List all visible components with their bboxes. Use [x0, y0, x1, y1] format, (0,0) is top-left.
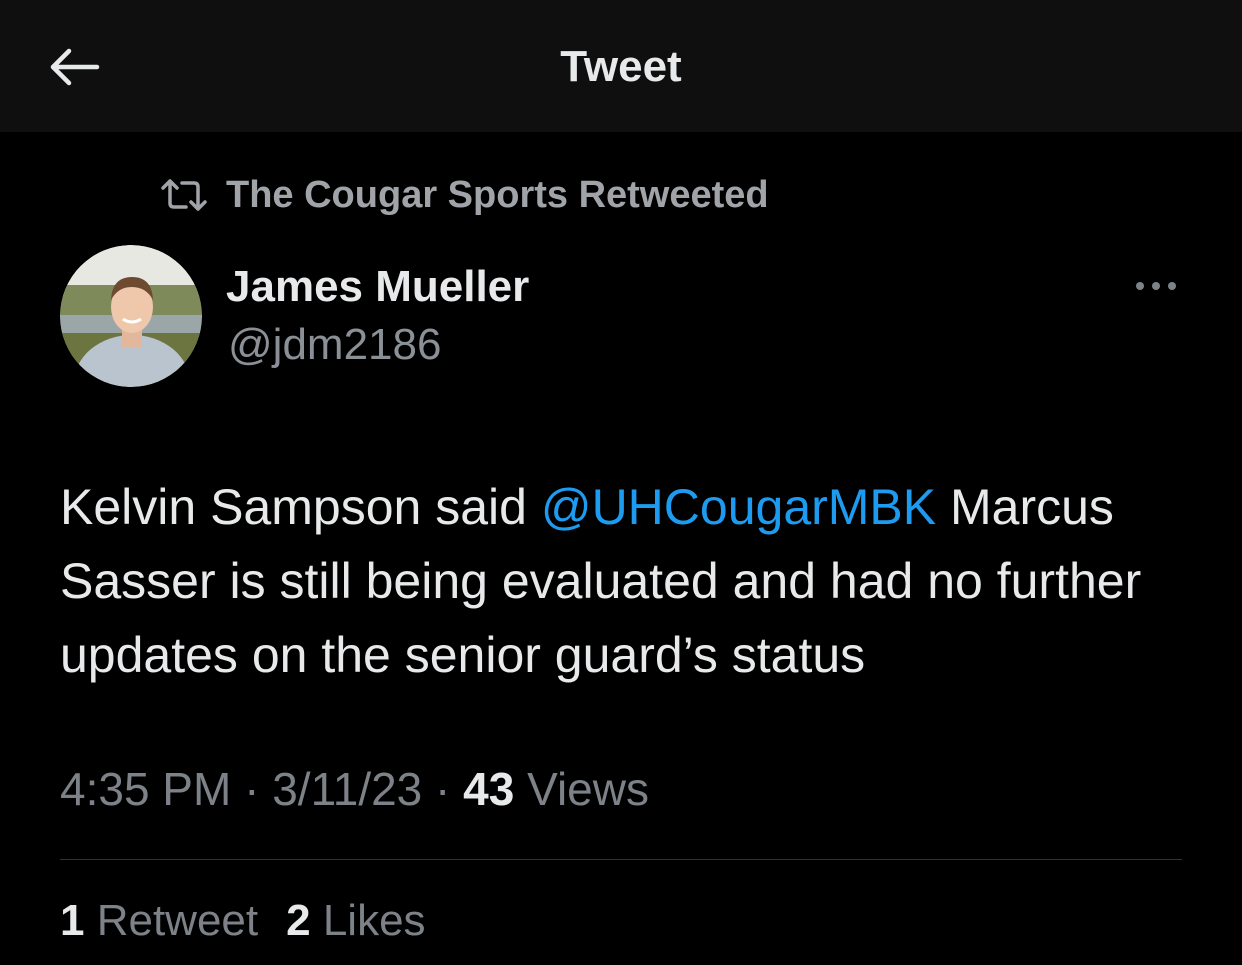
- page-title: Tweet: [560, 42, 682, 91]
- divider: [60, 859, 1182, 860]
- meta-separator: ·: [231, 763, 273, 815]
- retweeted-by-label: The Cougar Sports Retweeted: [226, 173, 769, 216]
- tweet-time[interactable]: 4:35 PM: [60, 763, 231, 815]
- tweet-text-before: Kelvin Sampson said: [60, 479, 541, 535]
- top-bar: Tweet: [0, 0, 1242, 132]
- retweeted-by[interactable]: The Cougar Sports Retweeted: [160, 172, 769, 218]
- retweets-label: Retweet: [84, 896, 259, 945]
- likes-label: Likes: [310, 896, 426, 945]
- likes-stat[interactable]: 2 Likes: [286, 896, 425, 946]
- views-count: 43: [463, 763, 515, 815]
- ellipsis-icon: [1136, 282, 1176, 290]
- retweets-count: 1: [60, 896, 85, 945]
- tweet-date[interactable]: 3/11/23: [272, 763, 422, 815]
- mention-link[interactable]: @UHCougarMBK: [541, 479, 936, 535]
- engagement-stats: 1 Retweet 2 Likes: [60, 896, 426, 946]
- author-display-name[interactable]: James Mueller: [226, 262, 529, 312]
- retweets-stat[interactable]: 1 Retweet: [60, 896, 258, 946]
- meta-separator: ·: [422, 763, 464, 815]
- tweet-text: Kelvin Sampson said @UHCougarMBK Marcus …: [60, 470, 1200, 692]
- retweet-icon: [160, 175, 208, 215]
- author-handle[interactable]: @jdm2186: [228, 320, 441, 370]
- tweet-meta: 4:35 PM · 3/11/23 · 43 Views: [60, 762, 649, 816]
- avatar[interactable]: [60, 245, 202, 387]
- likes-count: 2: [286, 896, 311, 945]
- more-options-button[interactable]: [1126, 268, 1186, 304]
- views-label: Views: [514, 763, 649, 815]
